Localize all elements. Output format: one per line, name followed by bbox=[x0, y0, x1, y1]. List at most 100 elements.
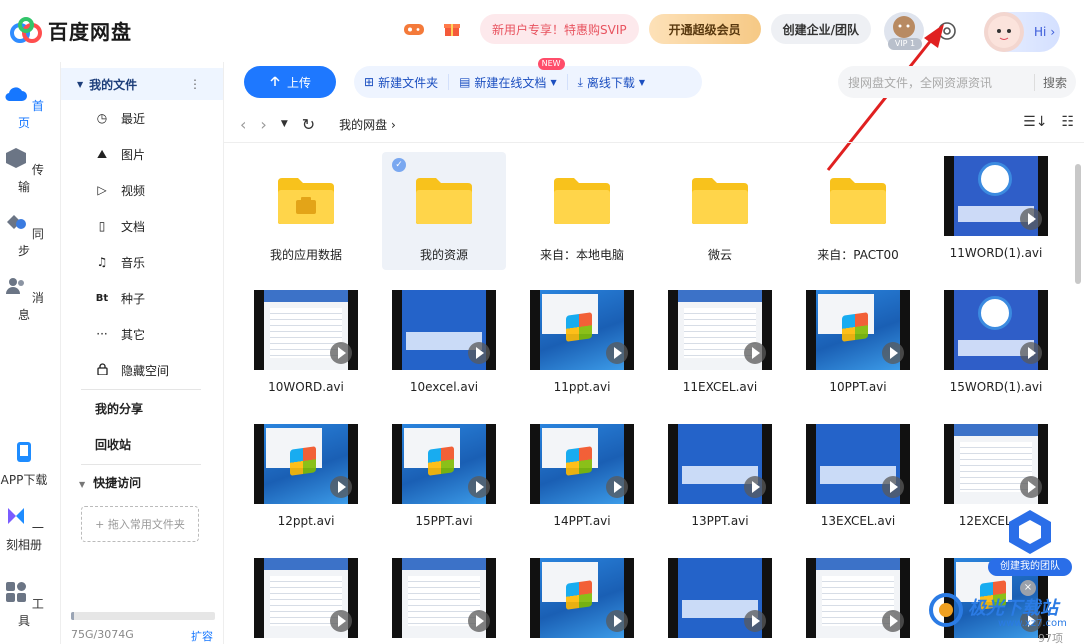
play-icon[interactable] bbox=[606, 610, 628, 632]
sidebar-item-torrents[interactable]: Bt 种子 bbox=[95, 288, 145, 308]
nav-sync[interactable]: 同步 bbox=[0, 210, 48, 259]
history-dropdown-icon[interactable]: ▼ bbox=[281, 119, 288, 129]
folder-item[interactable]: ✓ 我的资源 bbox=[382, 152, 506, 270]
nav-transfer[interactable]: 传输 bbox=[0, 146, 48, 195]
play-icon[interactable] bbox=[1020, 342, 1042, 364]
play-icon[interactable] bbox=[882, 610, 904, 632]
scrollbar-thumb[interactable] bbox=[1075, 164, 1081, 284]
folder-item[interactable]: 来自：PACT00 bbox=[796, 152, 920, 270]
video-file-item[interactable] bbox=[520, 554, 644, 644]
headphone-icon: ♫ bbox=[96, 255, 108, 269]
watermark-text: 极光下载站 bbox=[968, 598, 1058, 619]
left-nav: 首页 传输 同步 消息 APP下载 一刻相册 工具 bbox=[0, 62, 48, 644]
video-file-item[interactable]: 12ppt.avi bbox=[244, 420, 368, 538]
video-file-item[interactable]: 11WORD(1).avi bbox=[934, 152, 1058, 270]
video-file-item[interactable] bbox=[796, 554, 920, 644]
video-thumbnail bbox=[254, 290, 358, 370]
video-file-item[interactable]: 13EXCEL.avi bbox=[796, 420, 920, 538]
search-box[interactable]: 搜网盘文件，全网资源资讯 搜索 bbox=[838, 66, 1076, 98]
assistant-hi-button[interactable]: Hi › bbox=[984, 12, 1060, 52]
video-file-item[interactable] bbox=[382, 554, 506, 644]
play-icon[interactable] bbox=[744, 476, 766, 498]
expand-storage-link[interactable]: 扩容 bbox=[191, 628, 213, 644]
video-file-item[interactable]: 14PPT.avi bbox=[520, 420, 644, 538]
sidebar-item-music[interactable]: ♫ 音乐 bbox=[95, 252, 145, 272]
play-icon[interactable] bbox=[468, 610, 490, 632]
video-file-item[interactable]: 13PPT.avi bbox=[658, 420, 782, 538]
video-thumbnail bbox=[254, 558, 358, 638]
gift-icon[interactable] bbox=[438, 15, 466, 43]
forward-icon[interactable]: › bbox=[260, 115, 266, 134]
quick-access-dropzone[interactable]: + 拖入常用文件夹 bbox=[81, 506, 199, 542]
play-icon[interactable] bbox=[330, 342, 352, 364]
sidebar-recycle-bin[interactable]: 回收站 bbox=[95, 436, 131, 453]
video-file-item[interactable]: 10PPT.avi bbox=[796, 286, 920, 404]
play-icon[interactable] bbox=[606, 342, 628, 364]
create-team-float[interactable]: 创建我的团队 × bbox=[988, 508, 1072, 596]
nav-app-download[interactable]: APP下载 bbox=[0, 440, 48, 488]
sidebar-quick-access[interactable]: ▼ 快捷访问 bbox=[79, 474, 141, 491]
search-button[interactable]: 搜索 bbox=[1034, 73, 1067, 91]
video-file-item[interactable]: 10WORD.avi bbox=[244, 286, 368, 404]
sidebar-item-label: 音乐 bbox=[121, 255, 146, 270]
folder-item[interactable]: 微云 bbox=[658, 152, 782, 270]
play-icon[interactable] bbox=[882, 342, 904, 364]
scrollbar[interactable] bbox=[1074, 152, 1082, 632]
sort-icon[interactable]: ☰↓ bbox=[1023, 114, 1047, 130]
play-icon[interactable] bbox=[606, 476, 628, 498]
new-online-doc-button[interactable]: ▤ 新建在线文档 ▼ NEW bbox=[449, 58, 568, 90]
sidebar-my-files[interactable]: ▼ 我的文件 ⋮ bbox=[61, 68, 223, 100]
new-badge: NEW bbox=[537, 58, 565, 70]
play-icon[interactable] bbox=[744, 610, 766, 632]
game-icon[interactable] bbox=[400, 15, 428, 43]
play-icon[interactable] bbox=[1020, 208, 1042, 230]
video-file-item[interactable] bbox=[658, 554, 782, 644]
folder-icon bbox=[416, 178, 472, 224]
video-file-item[interactable] bbox=[244, 554, 368, 644]
sidebar-item-recent[interactable]: ◷ 最近 bbox=[95, 108, 145, 128]
play-icon[interactable] bbox=[330, 476, 352, 498]
sidebar-divider bbox=[81, 464, 201, 465]
more-icon[interactable]: ⋮ bbox=[189, 77, 201, 91]
new-folder-button[interactable]: ⊞ 新建文件夹 bbox=[354, 74, 450, 90]
play-icon[interactable] bbox=[744, 342, 766, 364]
video-file-item[interactable]: 15WORD(1).avi bbox=[934, 286, 1058, 404]
nav-messages[interactable]: 消息 bbox=[0, 274, 48, 323]
storage-usage-fill bbox=[71, 612, 75, 620]
play-icon[interactable] bbox=[330, 610, 352, 632]
video-file-item[interactable]: 15PPT.avi bbox=[382, 420, 506, 538]
offline-download-button[interactable]: ⤓ 离线下载 ▼ bbox=[568, 74, 655, 90]
video-file-item[interactable]: 11EXCEL.avi bbox=[658, 286, 782, 404]
play-icon[interactable] bbox=[1020, 476, 1042, 498]
sidebar-item-hidden-space[interactable]: 隐藏空间 bbox=[95, 360, 169, 380]
sidebar-item-documents[interactable]: ▯ 文档 bbox=[95, 216, 145, 236]
video-file-item[interactable]: 11ppt.avi bbox=[520, 286, 644, 404]
search-input[interactable]: 搜网盘文件，全网资源资讯 bbox=[838, 74, 1034, 91]
team-logo-icon bbox=[1009, 510, 1051, 554]
play-icon[interactable] bbox=[882, 476, 904, 498]
video-thumbnail bbox=[668, 290, 772, 370]
refresh-icon[interactable]: ↻ bbox=[302, 115, 315, 134]
sidebar-item-other[interactable]: ··· 其它 bbox=[95, 324, 145, 344]
play-icon[interactable] bbox=[468, 476, 490, 498]
folder-icon bbox=[278, 178, 334, 224]
play-icon[interactable] bbox=[468, 342, 490, 364]
back-icon[interactable]: ‹ bbox=[240, 115, 246, 134]
sidebar-item-images[interactable]: ⛰ 图片 bbox=[95, 144, 145, 164]
sidebar-my-share[interactable]: 我的分享 bbox=[95, 400, 143, 417]
nav-tools[interactable]: 工具 bbox=[0, 580, 48, 629]
open-vip-button[interactable]: 开通超级会员 bbox=[648, 14, 761, 44]
app-logo[interactable]: 百度网盘 bbox=[10, 16, 132, 45]
folder-item[interactable]: 来自：本地电脑 bbox=[520, 152, 644, 270]
breadcrumb-current[interactable]: 我的网盘 bbox=[339, 118, 387, 132]
video-file-item[interactable]: 10excel.avi bbox=[382, 286, 506, 404]
list-view-icon[interactable]: ☷ bbox=[1061, 114, 1074, 130]
selected-check-icon[interactable]: ✓ bbox=[392, 158, 406, 172]
upload-button[interactable]: 上传 bbox=[244, 66, 336, 98]
sidebar-item-videos[interactable]: ▷ 视频 bbox=[95, 180, 145, 200]
svip-promo[interactable]: 新用户专享！特惠购SVIP bbox=[480, 14, 639, 44]
nav-album[interactable]: 一刻相册 bbox=[0, 504, 48, 553]
video-thumbnail bbox=[530, 424, 634, 504]
folder-item[interactable]: 我的应用数据 bbox=[244, 152, 368, 270]
nav-home[interactable]: 首页 bbox=[0, 82, 48, 131]
